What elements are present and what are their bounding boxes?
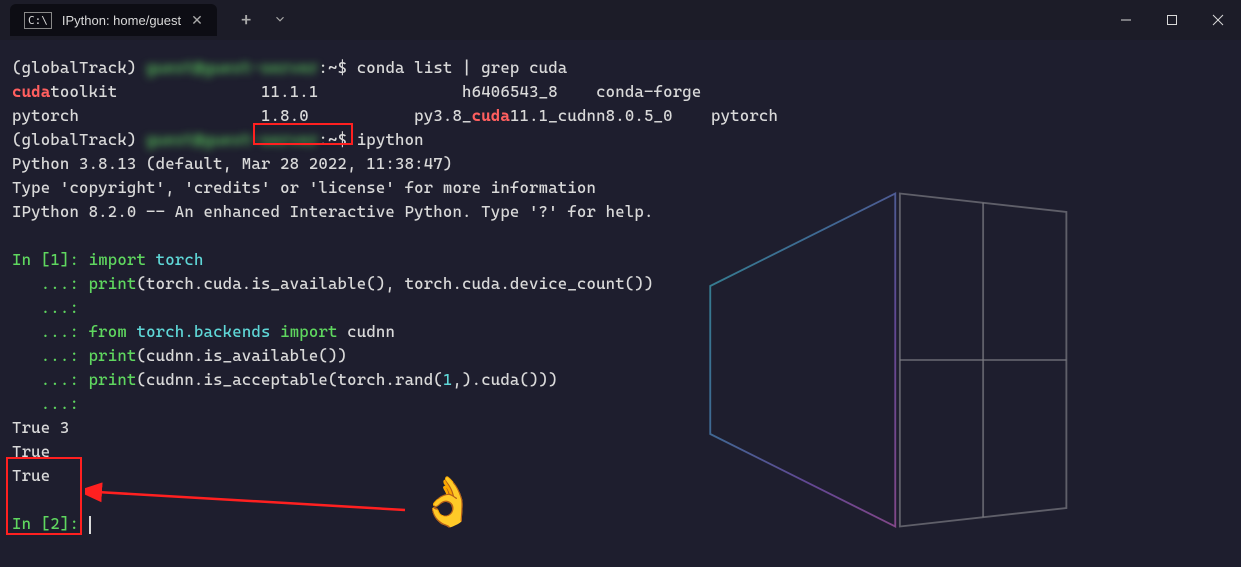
window-controls xyxy=(1103,0,1241,40)
python-banner-3: IPython 8.2.0 -- An enhanced Interactive… xyxy=(12,200,1229,224)
terminal-icon: C:\ xyxy=(24,12,52,29)
titlebar: C:\ IPython: home/guest ✕ + xyxy=(0,0,1241,40)
shell-line-2: (globalTrack) guest@guest-server:~$ ipyt… xyxy=(12,128,1229,152)
python-banner-1: Python 3.8.13 (default, Mar 28 2022, 11:… xyxy=(12,152,1229,176)
ipython-in-1: In [1]: import torch xyxy=(12,248,1229,272)
shell-line-1: (globalTrack) guest@guest-server:~$ cond… xyxy=(12,56,1229,80)
conda-row-1: cudatoolkit 11.1.1 h6406543_8 conda-forg… xyxy=(12,80,1229,104)
ipython-cont-3: ...: from torch.backends import cudnn xyxy=(12,320,1229,344)
ipython-cont-5: ...: print(cudnn.is_acceptable(torch.ran… xyxy=(12,368,1229,392)
tab-ipython[interactable]: C:\ IPython: home/guest ✕ xyxy=(10,4,217,36)
close-icon[interactable]: ✕ xyxy=(191,12,203,29)
output-1: True 3 xyxy=(12,416,1229,440)
ipython-in-2: In [2]: xyxy=(12,512,1229,536)
close-button[interactable] xyxy=(1195,0,1241,40)
tab-dropdown[interactable] xyxy=(263,11,297,30)
ipython-cont-4: ...: print(cudnn.is_available()) xyxy=(12,344,1229,368)
terminal-area[interactable]: (globalTrack) guest@guest-server:~$ cond… xyxy=(0,40,1241,536)
minimize-button[interactable] xyxy=(1103,0,1149,40)
tab-title: IPython: home/guest xyxy=(62,13,181,28)
cursor xyxy=(89,516,91,534)
ok-hand-emoji: 👌 xyxy=(418,478,478,526)
ipython-cont-1: ...: print(torch.cuda.is_available(), to… xyxy=(12,272,1229,296)
conda-row-2: pytorch 1.8.0 py3.8_cuda11.1_cudnn8.0.5_… xyxy=(12,104,1229,128)
python-banner-2: Type 'copyright', 'credits' or 'license'… xyxy=(12,176,1229,200)
maximize-button[interactable] xyxy=(1149,0,1195,40)
tab-strip: C:\ IPython: home/guest ✕ + xyxy=(0,0,297,40)
ipython-cont-6: ...: xyxy=(12,392,1229,416)
output-3: True xyxy=(12,464,1229,488)
output-2: True xyxy=(12,440,1229,464)
newtab-button[interactable]: + xyxy=(231,10,262,31)
ipython-cont-2: ...: xyxy=(12,296,1229,320)
